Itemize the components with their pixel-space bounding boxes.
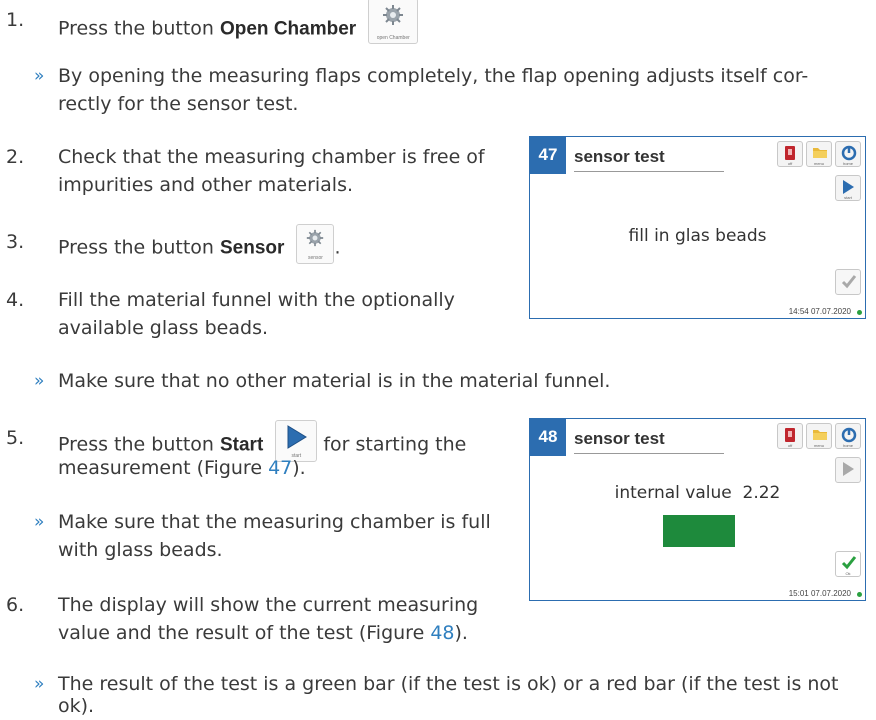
start-button-screen[interactable]: start	[835, 175, 861, 201]
note-1-line1: By opening the measuring flaps completel…	[58, 65, 809, 87]
status-indicator	[857, 310, 862, 315]
note-3-line2: with glass beads.	[58, 539, 223, 561]
step-4-line2: available glass beads.	[58, 317, 269, 339]
play-icon	[843, 180, 854, 194]
sensor-button[interactable]: sensor	[296, 224, 335, 264]
open-chamber-caption: open Chamber	[376, 35, 410, 41]
figure-48-number: 48	[530, 419, 566, 456]
figure-47-message: fill in glas beads	[628, 226, 767, 246]
figure-48-value-line: internal value 2.22	[530, 479, 865, 507]
gear-icon	[383, 5, 404, 25]
result-bar	[663, 515, 735, 547]
note-1-symbol: »	[34, 66, 45, 86]
figure-47-link[interactable]: 47	[268, 457, 292, 479]
step-6-line2: value and the result of the test (Figure…	[58, 619, 468, 647]
menu-button[interactable]: menu	[806, 141, 832, 167]
step-4-number: 4.	[6, 289, 25, 311]
home-caption: home	[842, 161, 853, 166]
checkmark-icon	[841, 556, 857, 570]
step-3-suffix: .	[334, 236, 341, 259]
ok-caption: Ok	[845, 571, 851, 576]
menu-caption: menu	[813, 161, 824, 166]
figure-47-title: sensor test	[574, 147, 665, 166]
step-1-prefix: Press the button	[58, 17, 220, 40]
figure-48-title-underline	[574, 453, 724, 454]
step-1-bold: Open Chamber	[219, 18, 357, 40]
start-caption-screen: start	[844, 195, 852, 200]
step-5-line2-suffix: ).	[292, 457, 306, 479]
step-5-line2-prefix: measurement (Figure	[58, 457, 269, 479]
figure-47-number: 47	[530, 137, 566, 174]
step-2-line1: Check that the measuring chamber is free…	[58, 146, 485, 168]
note-2-line1: Make sure that no other material is in t…	[58, 370, 611, 392]
off-caption: off	[787, 443, 793, 448]
off-button[interactable]: off	[777, 423, 803, 449]
gear-icon	[307, 229, 324, 247]
step-2-number: 2.	[6, 146, 25, 168]
step-6-line1: The display will show the current measur…	[58, 594, 479, 616]
menu-button[interactable]: menu	[806, 423, 832, 449]
play-icon	[843, 462, 854, 476]
ok-button[interactable]: Ok	[835, 551, 861, 577]
note-3-symbol: »	[34, 512, 45, 532]
home-caption: home	[842, 443, 853, 448]
power-off-icon	[785, 428, 795, 442]
step-3-text: Press the button Sensor sensor .	[58, 224, 341, 268]
menu-caption: menu	[813, 443, 824, 448]
figure-48-timestamp: 15:01 07.07.2020	[788, 589, 851, 598]
off-caption: off	[787, 161, 793, 166]
step-6-line2-suffix: ).	[454, 622, 468, 644]
figure-47-title-underline	[574, 171, 724, 172]
step-1-text: Press the button Open Chamber open Chamb…	[58, 0, 419, 52]
home-button[interactable]: home	[835, 141, 861, 167]
step-5-line2: measurement (Figure 47).	[58, 454, 306, 482]
ok-button-disabled[interactable]	[835, 269, 861, 295]
folder-icon	[813, 148, 827, 158]
figure-48-screen: 48 sensor test off menu home internal va…	[529, 418, 866, 601]
note-4-symbol: »	[34, 674, 45, 694]
status-indicator	[857, 592, 862, 597]
figure-48-title: sensor test	[574, 429, 665, 448]
figure-47-screen: 47 sensor test off menu home start fill …	[529, 136, 866, 319]
home-icon	[841, 427, 857, 443]
figure-47-timestamp: 14:54 07.07.2020	[788, 307, 851, 316]
home-button[interactable]: home	[835, 423, 861, 449]
note-4-line2: ok).	[58, 695, 95, 717]
off-button[interactable]: off	[777, 141, 803, 167]
step-5-bold: Start	[219, 434, 264, 456]
internal-value-label: internal value	[614, 483, 732, 503]
sensor-caption: sensor	[307, 255, 323, 261]
step-5-after: for starting the	[323, 433, 467, 456]
note-4-line1: The result of the test is a green bar (i…	[58, 673, 839, 695]
step-5-number: 5.	[6, 427, 25, 449]
checkmark-icon	[841, 275, 857, 289]
step-3-prefix: Press the button	[58, 236, 220, 259]
note-3-line1: Make sure that the measuring chamber is …	[58, 511, 491, 533]
step-6-line2-prefix: value and the result of the test (Figure	[58, 622, 431, 644]
step-5-prefix: Press the button	[58, 433, 220, 456]
open-chamber-button[interactable]: open Chamber	[368, 0, 419, 44]
home-icon	[841, 145, 857, 161]
step-4-line1: Fill the material funnel with the option…	[58, 289, 455, 311]
figure-48-link[interactable]: 48	[430, 622, 454, 644]
step-1-number: 1.	[6, 9, 25, 31]
internal-value: 2.22	[742, 483, 781, 503]
step-3-bold: Sensor	[219, 237, 285, 259]
note-1-line2: rectly for the sensor test.	[58, 93, 299, 115]
power-off-icon	[785, 146, 795, 160]
folder-icon	[813, 430, 827, 440]
step-6-number: 6.	[6, 594, 25, 616]
step-3-number: 3.	[6, 231, 25, 253]
play-icon	[287, 425, 308, 449]
step-2-line2: impurities and other materials.	[58, 174, 354, 196]
note-2-symbol: »	[34, 371, 45, 391]
